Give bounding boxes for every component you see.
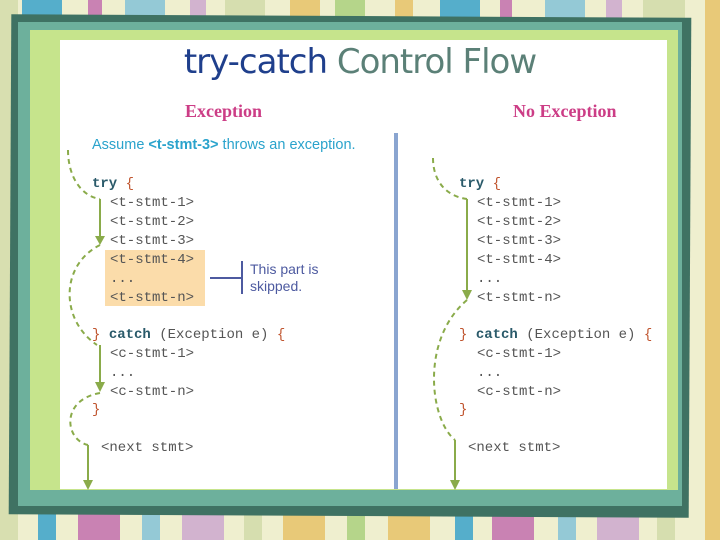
arrowhead [95, 382, 105, 392]
arrowhead [95, 236, 105, 245]
dashed-flow-entry [67, 149, 101, 200]
dashed-flow-skip-catch [433, 299, 468, 441]
arrowhead [450, 480, 460, 490]
dashed-flow-entry [432, 157, 468, 200]
arrowhead [83, 480, 93, 490]
arrowhead [462, 290, 472, 300]
dashed-flow-jump-to-catch [68, 244, 101, 346]
flow-arrows [67, 149, 472, 490]
dashed-flow-exit [69, 392, 101, 446]
